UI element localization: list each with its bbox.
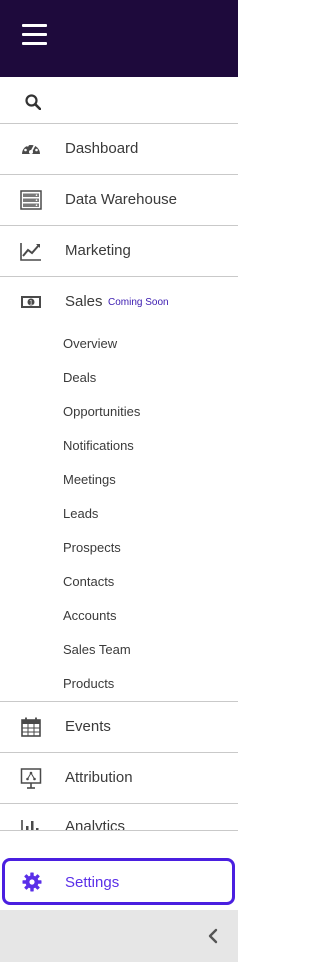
gear-icon xyxy=(22,872,42,892)
money-icon: 1 xyxy=(21,296,41,308)
top-bar xyxy=(0,0,238,77)
sales-sub-item-products[interactable]: Products xyxy=(63,676,114,691)
sidebar-item-label: Data Warehouse xyxy=(65,191,178,208)
sales-sub-item-notifications[interactable]: Notifications xyxy=(63,438,134,453)
search-icon[interactable] xyxy=(25,94,41,110)
trend-chart-icon xyxy=(20,243,41,261)
sidebar-item-label: Analytics xyxy=(65,818,126,831)
sidebar-item-label: Sales xyxy=(65,293,103,310)
sidebar-footer xyxy=(0,910,238,962)
sales-sub-item-overview[interactable]: Overview xyxy=(63,336,117,351)
sidebar-item-marketing[interactable]: Marketing xyxy=(0,226,238,277)
sidebar-item-attribution[interactable]: Attribution xyxy=(0,753,238,804)
sidebar-item-settings[interactable]: Settings xyxy=(2,858,235,905)
sales-sub-item-sales-team[interactable]: Sales Team xyxy=(63,642,131,657)
speedometer-icon xyxy=(22,142,40,154)
server-icon xyxy=(20,190,42,210)
sidebar-item-analytics[interactable]: Analytics xyxy=(0,803,238,831)
sidebar-item-sales[interactable]: 1 Sales Coming Soon xyxy=(0,277,238,702)
calendar-icon xyxy=(21,717,41,737)
sidebar-item-label: Settings xyxy=(65,874,120,891)
sales-sub-item-opportunities[interactable]: Opportunities xyxy=(63,404,140,419)
search-row[interactable] xyxy=(0,77,238,124)
sidebar-item-label: Attribution xyxy=(65,769,133,786)
svg-text:1: 1 xyxy=(29,299,33,306)
presentation-icon xyxy=(20,768,42,789)
sales-sub-item-deals[interactable]: Deals xyxy=(63,370,96,385)
sales-sub-item-accounts[interactable]: Accounts xyxy=(63,608,116,623)
sidebar-item-data-warehouse[interactable]: Data Warehouse xyxy=(0,175,238,226)
sales-sub-item-prospects[interactable]: Prospects xyxy=(63,540,121,555)
chevron-left-icon[interactable] xyxy=(206,927,220,945)
sales-sub-item-meetings[interactable]: Meetings xyxy=(63,472,116,487)
sales-sub-item-leads[interactable]: Leads xyxy=(63,506,98,521)
sidebar-item-label: Marketing xyxy=(65,242,131,259)
sidebar-item-events[interactable]: Events xyxy=(0,702,238,753)
sales-sub-item-contacts[interactable]: Contacts xyxy=(63,574,114,589)
bar-chart-icon xyxy=(21,820,39,830)
hamburger-menu-icon[interactable] xyxy=(22,24,47,46)
sidebar-item-label: Events xyxy=(65,718,111,735)
sidebar-item-label: Dashboard xyxy=(65,140,139,157)
coming-soon-badge: Coming Soon xyxy=(108,297,169,308)
sidebar-item-dashboard[interactable]: Dashboard xyxy=(0,124,238,175)
